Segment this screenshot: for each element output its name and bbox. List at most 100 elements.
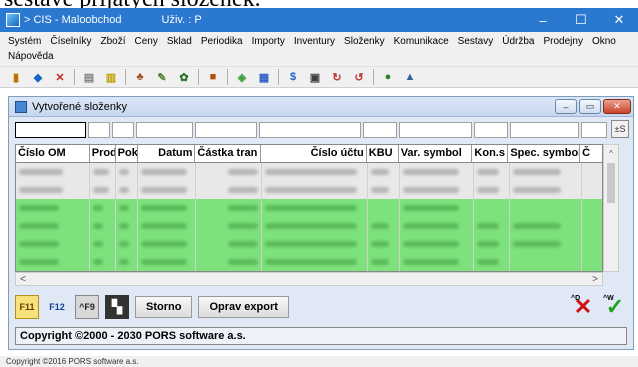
settings-icon[interactable]: ✿ xyxy=(176,69,192,85)
main-toolbar: ▮ ◆ ✕ ▤ ▥ ♣ ✎ ✿ ■ ◈ ▦ $ ▣ ↻ ↺ ● ▲ xyxy=(0,66,638,88)
table-row[interactable] xyxy=(16,163,602,181)
storno-button[interactable]: Storno xyxy=(135,296,193,318)
child-minimize-button[interactable]: – xyxy=(555,99,577,114)
child-window-titlebar[interactable]: Vytvořené složenky – ▭ ✕ xyxy=(9,97,633,117)
network-icon[interactable]: ▲ xyxy=(402,69,418,85)
filter-input-var-symbol[interactable] xyxy=(399,122,473,138)
window-title: > CIS - Maloobchod xyxy=(24,14,122,26)
maximize-button[interactable]: ☐ xyxy=(562,8,600,32)
sum-button[interactable]: ±S xyxy=(611,120,629,138)
filter-input-pok[interactable] xyxy=(112,122,134,138)
dollar-icon[interactable]: $ xyxy=(285,69,301,85)
column-header-extra[interactable]: Č xyxy=(580,145,602,162)
table-row[interactable] xyxy=(16,217,602,235)
filter-input-kon-s[interactable] xyxy=(474,122,508,138)
globe-icon[interactable]: ● xyxy=(380,69,396,85)
bottom-toolbar: F11 F12 ^F9 ▚ Storno Oprav export ✕ ^D ✓ ^… xyxy=(15,293,627,321)
table-row[interactable] xyxy=(16,181,602,199)
column-header-kon-s[interactable]: Kon.s xyxy=(472,145,509,162)
minimize-button[interactable]: – xyxy=(524,8,562,32)
menu-okno[interactable]: Okno xyxy=(592,34,616,49)
confirm-shortcut-label: ^W xyxy=(603,295,614,302)
toolbar-separator xyxy=(227,69,228,85)
dialog-actions: ✕ ^D ✓ ^W xyxy=(563,294,627,319)
scroll-thumb[interactable] xyxy=(607,163,615,203)
column-header-var-symbol[interactable]: Var. symbol xyxy=(399,145,473,162)
horizontal-scrollbar[interactable]: < > xyxy=(15,272,603,286)
filter-input-cislo-om[interactable] xyxy=(15,122,87,138)
column-header-kbu[interactable]: KBU xyxy=(367,145,399,162)
filter-row xyxy=(15,122,609,138)
calculator-icon[interactable]: ▣ xyxy=(307,69,323,85)
menu-udrzba[interactable]: Údržba xyxy=(502,34,534,49)
filter-input-castka[interactable] xyxy=(195,122,257,138)
menu-ciselniky[interactable]: Číselníky xyxy=(50,34,91,49)
filter-input-extra[interactable] xyxy=(581,122,607,138)
document-icon[interactable]: ▥ xyxy=(103,69,119,85)
menu-bar: Systém Číselníky Zboží Ceny Sklad Period… xyxy=(0,32,638,66)
menu-system[interactable]: Systém xyxy=(8,34,41,49)
column-header-datum[interactable]: Datum xyxy=(138,145,196,162)
users-icon[interactable]: ♣ xyxy=(132,69,148,85)
menu-importy[interactable]: Importy xyxy=(252,34,285,49)
column-header-castka[interactable]: Částka tran xyxy=(195,145,262,162)
cancel-icon[interactable]: ✕ ^D xyxy=(571,294,595,319)
menu-sklad[interactable]: Sklad xyxy=(167,34,192,49)
app-icon xyxy=(6,13,20,27)
column-header-prod[interactable]: Prod xyxy=(90,145,116,162)
table-header: Číslo OM Prod Pok Datum Částka tran Čísl… xyxy=(16,145,602,163)
print-icon[interactable]: ^F9 xyxy=(75,295,99,319)
report-icon[interactable]: ▦ xyxy=(256,69,272,85)
window-titlebar[interactable]: > CIS - Maloobchod Uživ. : P – ☐ ✕ xyxy=(0,8,638,32)
toolbar-separator xyxy=(278,69,279,85)
scroll-right-arrow[interactable]: > xyxy=(592,274,598,285)
column-header-pok[interactable]: Pok xyxy=(116,145,138,162)
column-header-cislo-om[interactable]: Číslo OM xyxy=(16,145,90,162)
filter-input-kbu[interactable] xyxy=(363,122,398,138)
f12-sort-icon[interactable]: F12 xyxy=(45,295,69,319)
menu-prodejny[interactable]: Prodejny xyxy=(543,34,582,49)
back-arrow-icon[interactable]: ◆ xyxy=(30,69,46,85)
filter-input-cislo-uctu[interactable] xyxy=(258,122,362,138)
menu-periodika[interactable]: Periodika xyxy=(201,34,243,49)
filter-input-prod[interactable] xyxy=(88,122,111,138)
filter-input-datum[interactable] xyxy=(135,122,194,138)
menu-inventury[interactable]: Inventury xyxy=(294,34,335,49)
document-icon xyxy=(15,100,27,113)
tools-icon[interactable]: ✎ xyxy=(154,69,170,85)
filter-input-spec-symbol[interactable] xyxy=(510,122,580,138)
package-icon[interactable]: ■ xyxy=(205,69,221,85)
refresh-icon[interactable]: ↻ xyxy=(329,69,345,85)
menu-sestavy[interactable]: Sestavy xyxy=(458,34,494,49)
confirm-icon[interactable]: ✓ ^W xyxy=(603,294,627,319)
menu-komunikace[interactable]: Komunikace xyxy=(394,34,449,49)
scroll-left-arrow[interactable]: < xyxy=(20,274,26,285)
delete-icon[interactable]: ✕ xyxy=(52,69,68,85)
f11-icon[interactable]: F11 xyxy=(15,295,39,319)
vertical-scrollbar[interactable]: ^ xyxy=(603,144,619,272)
column-header-spec-symbol[interactable]: Spec. symbol xyxy=(508,145,581,162)
column-header-cislo-uctu[interactable]: Číslo účtu xyxy=(261,145,367,162)
new-record-icon[interactable]: ▮ xyxy=(8,69,24,85)
oprav-export-button[interactable]: Oprav export xyxy=(198,296,289,318)
child-restore-button[interactable]: ▭ xyxy=(579,99,601,114)
table-row[interactable] xyxy=(16,253,602,271)
slozenky-table: Číslo OM Prod Pok Datum Částka tran Čísl… xyxy=(15,144,603,272)
toolbar-separator xyxy=(125,69,126,85)
slozenky-window: Vytvořené složenky – ▭ ✕ ±S Číslo OM Pro… xyxy=(8,96,634,350)
copy-icon[interactable]: ▤ xyxy=(81,69,97,85)
child-close-button[interactable]: ✕ xyxy=(603,99,631,114)
chart-icon[interactable]: ◈ xyxy=(234,69,250,85)
user-label: Uživ. : P xyxy=(161,14,202,26)
close-button[interactable]: ✕ xyxy=(600,8,638,32)
copyright-bar: Copyright ©2000 - 2030 PORS software a.s… xyxy=(15,327,627,345)
table-row[interactable] xyxy=(16,235,602,253)
table-row[interactable] xyxy=(16,199,602,217)
menu-napoveda[interactable]: Nápověda xyxy=(8,49,54,64)
menu-zbozi[interactable]: Zboží xyxy=(100,34,125,49)
menu-ceny[interactable]: Ceny xyxy=(134,34,157,49)
menu-slozenky[interactable]: Složenky xyxy=(344,34,385,49)
sync-icon[interactable]: ↺ xyxy=(351,69,367,85)
scroll-up-arrow[interactable]: ^ xyxy=(604,145,618,161)
binoculars-icon[interactable]: ▚ xyxy=(105,295,129,319)
